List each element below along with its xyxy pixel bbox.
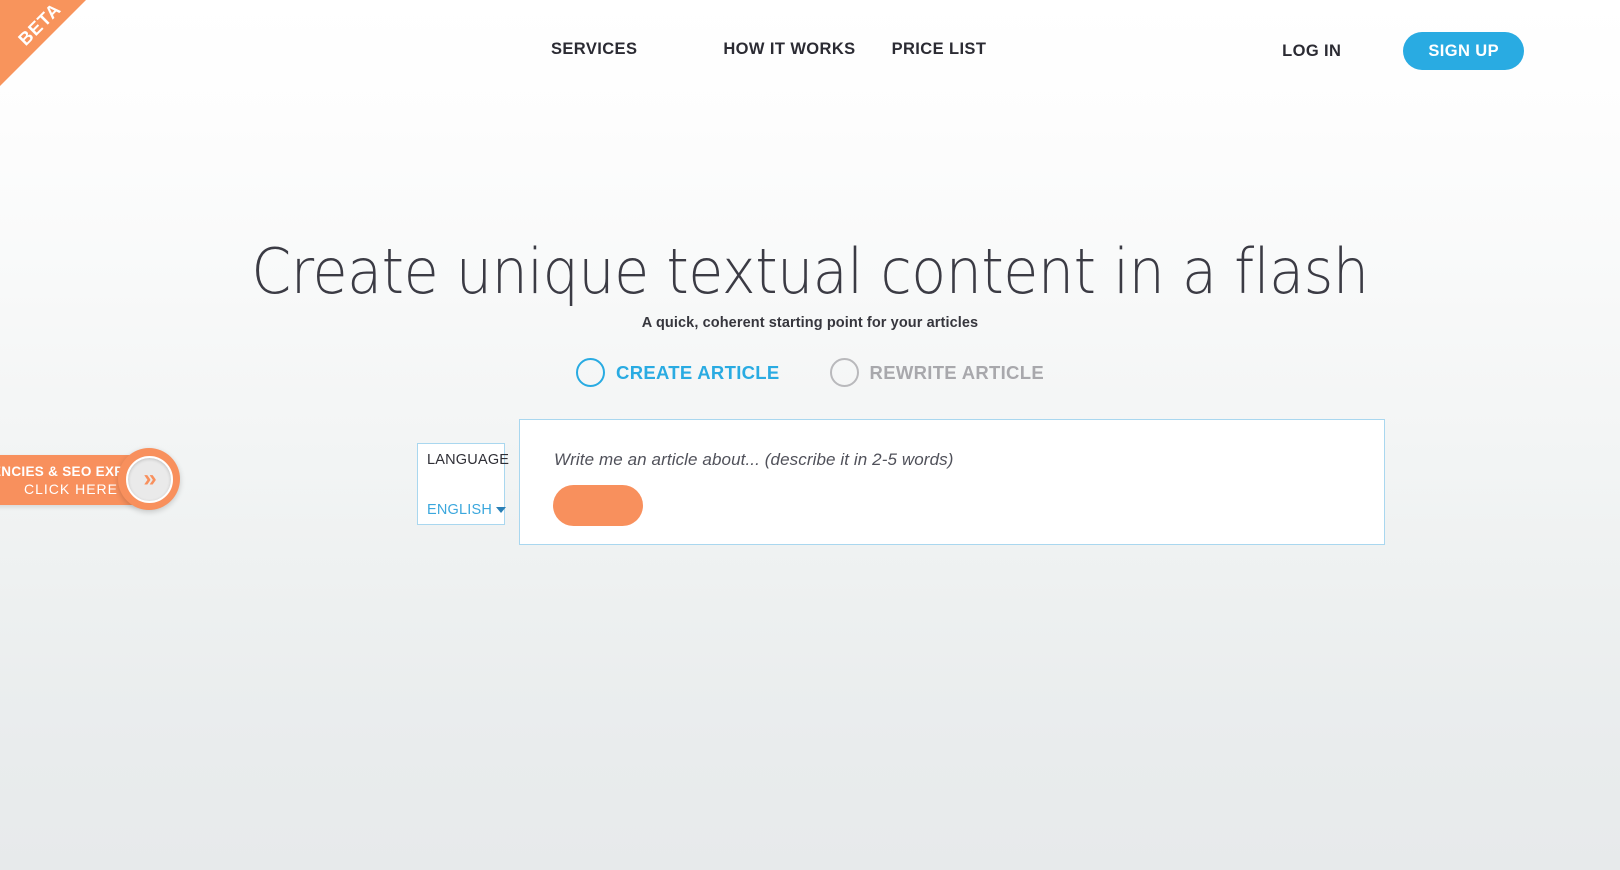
generate-button[interactable] [553, 485, 643, 526]
mode-option-create-article[interactable]: CREATE ARTICLE [576, 358, 780, 387]
language-selected-value: ENGLISH [427, 502, 493, 518]
radio-icon-rewrite-article[interactable] [829, 358, 859, 387]
nav-link-how-it-works[interactable]: HOW IT WORKS [723, 40, 855, 59]
language-selector[interactable]: LANGUAGE ENGLISH [417, 443, 510, 525]
page-subtitle: A quick, coherent starting point for you… [641, 315, 979, 331]
promo-badge-button[interactable]: » [118, 448, 180, 510]
mode-label-rewrite-article: REWRITE ARTICLE [869, 361, 1044, 383]
page-title: Create unique textual content in a flash [251, 235, 1369, 308]
language-select[interactable]: ENGLISH [427, 502, 507, 524]
mode-option-rewrite-article[interactable]: REWRITE ARTICLE [829, 358, 1044, 387]
nav-account-actions: LOG IN SIGN UP [1282, 32, 1524, 70]
double-chevron-right-icon: » [143, 465, 156, 492]
nav-link-services[interactable]: SERVICES [551, 40, 637, 59]
radio-icon-create-article[interactable] [576, 358, 606, 387]
beta-ribbon [0, 0, 86, 86]
promo-tab-cta: CLICK HERE [23, 480, 119, 497]
mode-label-create-article: CREATE ARTICLE [616, 361, 780, 383]
nav-link-price-list[interactable]: PRICE LIST [892, 40, 987, 59]
top-navigation-bar: SERVICES HOW IT WORKS PRICE LIST LOG IN … [0, 0, 1620, 101]
hero-section: Create unique textual content in a flash… [0, 235, 1620, 332]
prompt-input[interactable]: Write me an article about... (describe i… [554, 450, 953, 470]
mode-selector: CREATE ARTICLE REWRITE ARTICLE [0, 358, 1620, 387]
promo-badge-inner: » [125, 455, 173, 503]
prompt-card: Write me an article about... (describe i… [519, 419, 1385, 545]
chevron-down-icon [496, 507, 507, 513]
language-label: LANGUAGE [427, 452, 510, 468]
signup-button[interactable]: SIGN UP [1403, 32, 1524, 70]
nav-primary-links: SERVICES HOW IT WORKS PRICE LIST [551, 40, 986, 59]
login-link[interactable]: LOG IN [1282, 42, 1341, 61]
